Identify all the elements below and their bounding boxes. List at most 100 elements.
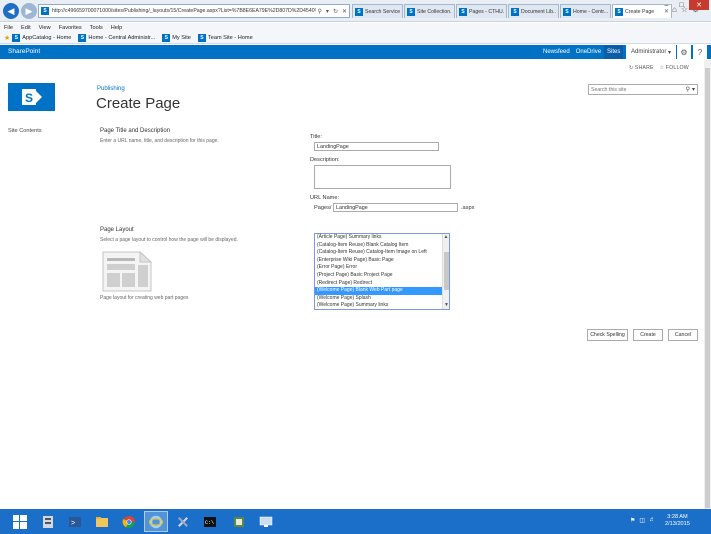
dropdown-icon[interactable]: ▾ [326, 8, 329, 15]
browser-tab[interactable]: SSearch Service ... [352, 4, 403, 18]
browser-tab[interactable]: S Site Collection... [404, 4, 455, 18]
chevron-down-icon[interactable]: ▾ [692, 86, 695, 93]
favorite-link[interactable]: S Team Site - Home [197, 34, 253, 42]
chevron-down-icon: ▾ [666, 49, 672, 56]
section-title-page-title: Page Title and Description [100, 128, 171, 134]
search-icon[interactable]: ⚲ [686, 86, 690, 93]
command-prompt-icon[interactable]: C:\ [198, 511, 222, 532]
layout-option[interactable]: (Catalog-Item Reuse) Catalog-Item Image … [315, 249, 443, 257]
url-suffix: .aspx [461, 205, 475, 211]
sharepoint-shell-icon[interactable] [227, 511, 251, 532]
breadcrumb[interactable]: Publishing [97, 86, 125, 92]
page-scrollbar[interactable] [704, 60, 711, 510]
network-icon[interactable]: ◫ [639, 517, 645, 524]
close-window-icon[interactable]: ✕ [689, 0, 709, 10]
scroll-up-icon[interactable]: ▲ [443, 234, 449, 241]
scroll-down-icon[interactable]: ▼ [443, 302, 449, 309]
remote-desktop-icon[interactable] [254, 511, 278, 532]
stop-icon[interactable]: ✕ [342, 8, 347, 15]
sharepoint-favicon-icon: S [615, 7, 623, 16]
volume-icon[interactable]: ♬ [649, 517, 655, 524]
clock-date: 2/13/2015 [665, 521, 690, 527]
file-explorer-icon[interactable] [90, 511, 114, 532]
layout-option[interactable]: (Redirect Page) Redirect [315, 280, 443, 288]
url-name-field[interactable]: LandingPage [333, 203, 458, 212]
layout-option[interactable]: (Enterprise Wiki Page) Basic Page [315, 257, 443, 265]
menu-help[interactable]: Help [111, 25, 123, 31]
share-button[interactable]: ↻ SHARE [629, 65, 654, 71]
url-prefix: Pages/ [314, 205, 332, 211]
browser-titlebar: ◀ ▶ S http://c496659700071000/sites/Publ… [0, 0, 711, 22]
server-manager-icon[interactable] [36, 511, 60, 532]
menu-view[interactable]: View [39, 25, 51, 31]
cancel-button[interactable]: Cancel [668, 329, 698, 341]
suite-link-newsfeed[interactable]: Newsfeed [540, 45, 573, 59]
taskbar: > C:\ ⚑ ◫ ♬ 3:28 AM 2/13/2015 [0, 509, 711, 534]
layout-option-selected[interactable]: (Welcome Page) Blank Web Part page [315, 287, 443, 295]
menu-bar: File Edit View Favorites Tools Help [0, 23, 711, 33]
minimize-icon[interactable]: – [659, 0, 674, 10]
suite-link-sites[interactable]: Sites [604, 45, 624, 59]
url-name-label: URL Name: [310, 195, 340, 201]
search-input[interactable]: Search this site ⚲ ▾ [588, 84, 698, 95]
nav-site-contents[interactable]: Site Contents [8, 128, 42, 134]
clock-time: 3:28 AM [667, 514, 688, 520]
powershell-icon[interactable]: > [63, 511, 87, 532]
follow-button[interactable]: ☆ FOLLOW [660, 65, 689, 71]
layout-option[interactable]: (Article Page) Summary links [315, 234, 443, 242]
sharepoint-favicon-icon: S [355, 7, 363, 16]
system-clock[interactable]: 3:28 AM 2/13/2015 [665, 514, 690, 528]
address-bar[interactable]: S http://c496659700071000/sites/Publishi… [38, 4, 350, 18]
search-icon[interactable]: ⚲ [318, 8, 322, 15]
scroll-thumb[interactable] [705, 68, 710, 508]
menu-tools[interactable]: Tools [90, 25, 103, 31]
sharepoint-favicon-icon: S [407, 7, 415, 16]
check-spelling-button[interactable]: Check Spelling [587, 329, 628, 341]
page-layout-listbox[interactable]: (Article Page) Summary links (Catalog-It… [314, 233, 450, 310]
layout-option[interactable]: (Welcome Page) Splash [315, 295, 443, 303]
favorite-link[interactable]: S Home - Central Administr... [78, 34, 155, 42]
favorite-link[interactable]: S My Site [162, 34, 191, 42]
url-text[interactable]: http://c496659700071000/sites/Publishing… [52, 8, 316, 14]
internet-explorer-icon[interactable] [144, 511, 168, 532]
description-field[interactable] [314, 165, 451, 189]
help-icon[interactable]: ? [693, 45, 707, 59]
site-logo[interactable]: S [8, 83, 55, 111]
browser-tab[interactable]: S Home - Centr... [560, 4, 611, 18]
flag-icon[interactable]: ⚑ [630, 517, 635, 524]
svg-text:S: S [25, 91, 33, 105]
chrome-icon[interactable] [117, 511, 141, 532]
menu-file[interactable]: File [4, 25, 13, 31]
sharepoint-favicon-icon: S [563, 7, 571, 16]
section-title-page-layout: Page Layout [100, 227, 134, 233]
browser-tab[interactable]: S Pages - CTHU... [456, 4, 507, 18]
create-button[interactable]: Create [633, 329, 663, 341]
browser-tab[interactable]: S Document Lib... [508, 4, 559, 18]
tools-icon[interactable] [171, 511, 195, 532]
favorite-link[interactable]: S AppCatalog - Home [12, 34, 71, 42]
title-field[interactable]: LandingPage [314, 142, 439, 151]
menu-favorites[interactable]: Favorites [59, 25, 82, 31]
page-layout-preview-icon [102, 251, 152, 292]
layout-option[interactable]: (Project Page) Basic Project Page [315, 272, 443, 280]
settings-gear-icon[interactable]: ⚙ [677, 45, 691, 59]
maximize-icon[interactable]: □ [674, 0, 689, 10]
suite-link-onedrive[interactable]: OneDrive [573, 45, 604, 59]
svg-text:C:\: C:\ [205, 520, 214, 526]
layout-option[interactable]: (Error Page) Error [315, 264, 443, 272]
forward-arrow-icon[interactable]: ▶ [21, 3, 37, 19]
refresh-icon[interactable]: ↻ [333, 8, 338, 15]
layout-option[interactable]: (Catalog-Item Reuse) Blank Catalog Item [315, 242, 443, 250]
listbox-scrollbar[interactable]: ▲ ▼ [442, 234, 449, 309]
favorites-star-icon[interactable]: ★ [4, 34, 10, 42]
scroll-thumb[interactable] [444, 252, 449, 290]
layout-option[interactable]: (Welcome Page) Summary links [315, 302, 443, 309]
title-label: Title: [310, 134, 322, 140]
windows-start-icon[interactable] [8, 511, 32, 532]
user-menu[interactable]: Administrator ▾ [626, 45, 676, 59]
sharepoint-favicon-icon: S [511, 7, 519, 16]
sharepoint-brand[interactable]: SharePoint [8, 48, 40, 55]
back-arrow-icon[interactable]: ◀ [3, 3, 19, 19]
menu-edit[interactable]: Edit [21, 25, 31, 31]
sharepoint-favicon-icon: S [197, 34, 206, 42]
